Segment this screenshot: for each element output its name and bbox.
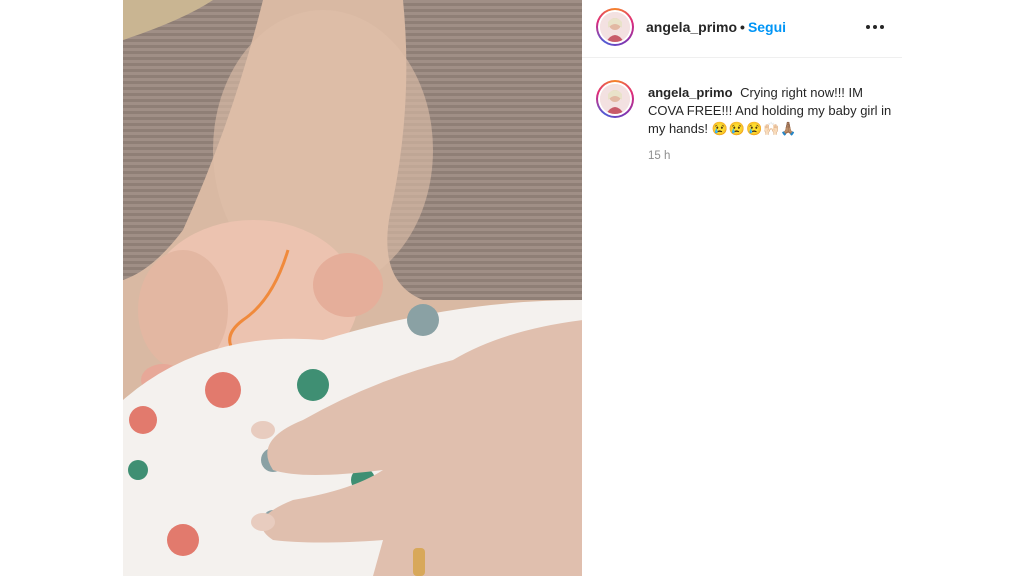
post-header: angela_primo • Segui [582, 0, 902, 58]
caption-avatar[interactable] [596, 80, 634, 118]
avatar[interactable] [596, 8, 634, 46]
avatar-image [600, 84, 630, 114]
header-text: angela_primo • Segui [646, 19, 786, 35]
caption-username-link[interactable]: angela_primo [648, 85, 733, 100]
caption-emojis: 😢😢😢🙌🏻🙏🏽 [711, 121, 798, 136]
separator-dot: • [740, 19, 745, 35]
avatar-image [600, 12, 630, 42]
post-photo[interactable] [123, 0, 582, 576]
post-sidebar: angela_primo • Segui angela_primo Crying r… [582, 0, 902, 576]
post-timestamp[interactable]: 15 h [648, 150, 670, 162]
caption-text-block: angela_primo Crying right now!!! IM COVA… [648, 84, 898, 138]
ellipsis-icon[interactable] [862, 14, 888, 40]
follow-button[interactable]: Segui [748, 19, 786, 35]
header-username-link[interactable]: angela_primo [646, 19, 737, 35]
